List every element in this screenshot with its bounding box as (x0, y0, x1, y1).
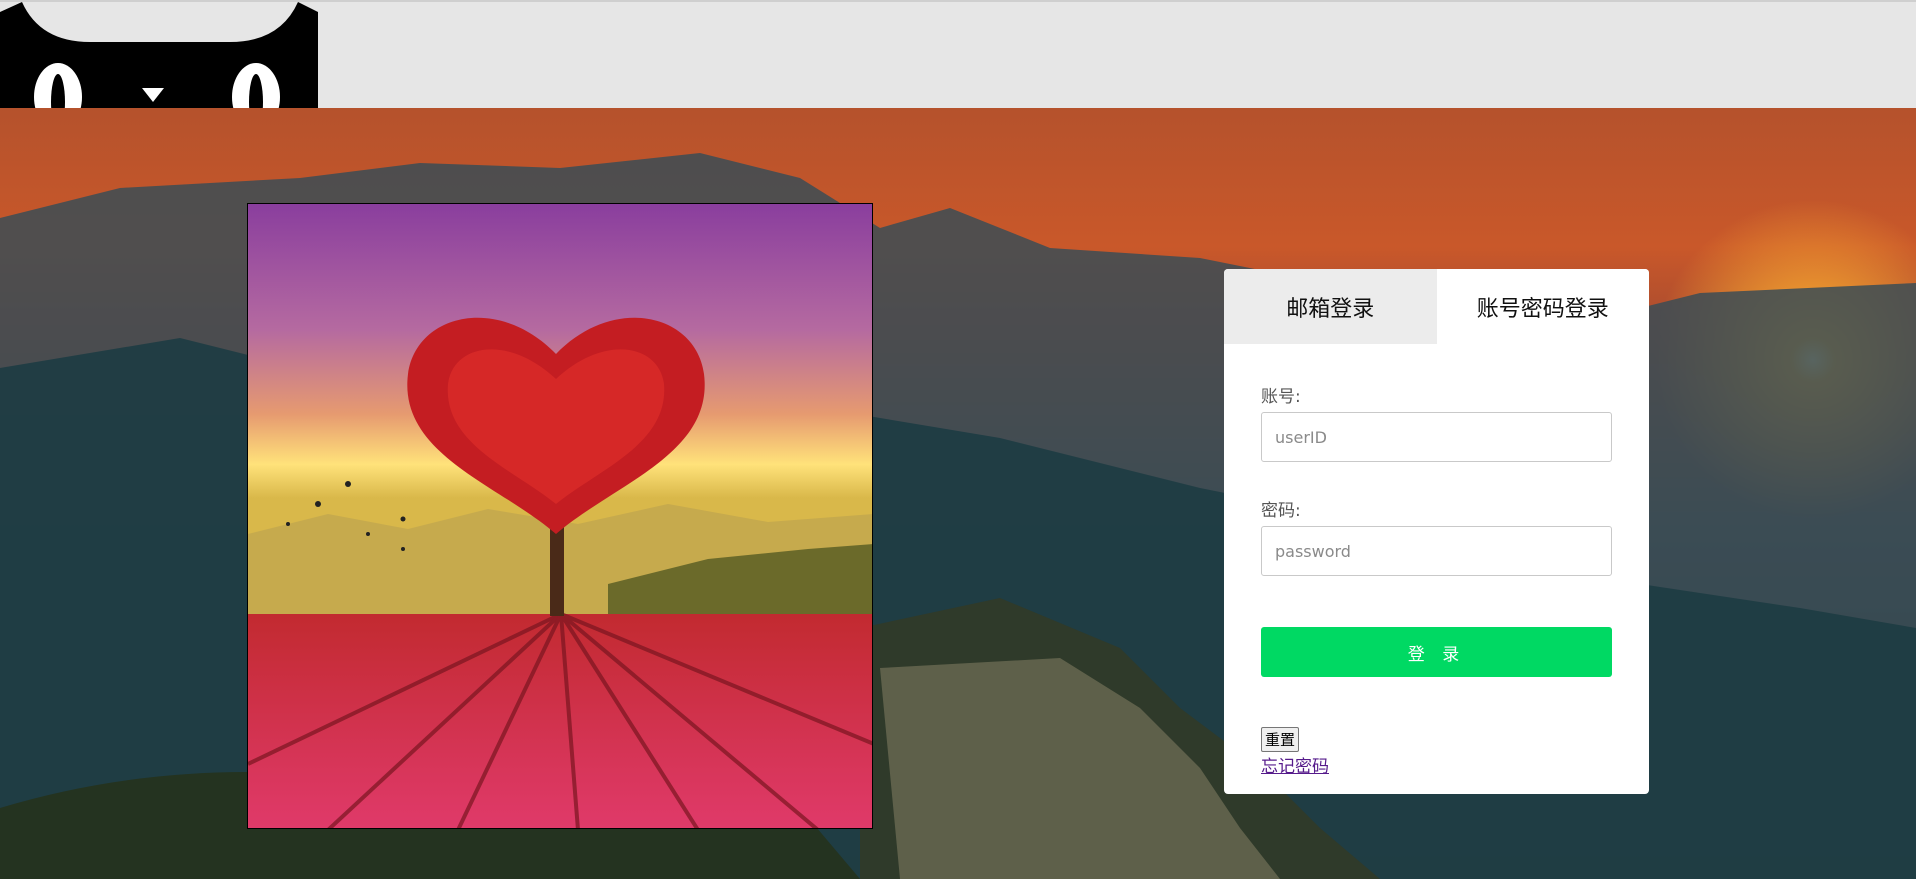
login-form: 账号: 密码: 登 录 重置 忘记密码 (1224, 382, 1649, 777)
password-input[interactable] (1261, 526, 1612, 576)
black-cat-logo-icon[interactable] (0, 2, 320, 110)
heart-tree-photo (247, 203, 873, 829)
login-panel: 邮箱登录 账号密码登录 账号: 密码: 登 录 重置 忘记密码 (1224, 269, 1649, 794)
tab-email-login[interactable]: 邮箱登录 (1224, 269, 1437, 344)
reset-button[interactable]: 重置 (1261, 727, 1300, 752)
forgot-password-link[interactable]: 忘记密码 (1261, 752, 1612, 777)
account-label: 账号: (1261, 387, 1301, 407)
account-input[interactable] (1261, 412, 1612, 462)
tab-account-password-login[interactable]: 账号密码登录 (1436, 269, 1649, 344)
password-label: 密码: (1261, 501, 1301, 521)
login-button[interactable]: 登 录 (1261, 627, 1612, 677)
login-tabs: 邮箱登录 账号密码登录 (1224, 269, 1649, 344)
top-header (0, 0, 1916, 110)
